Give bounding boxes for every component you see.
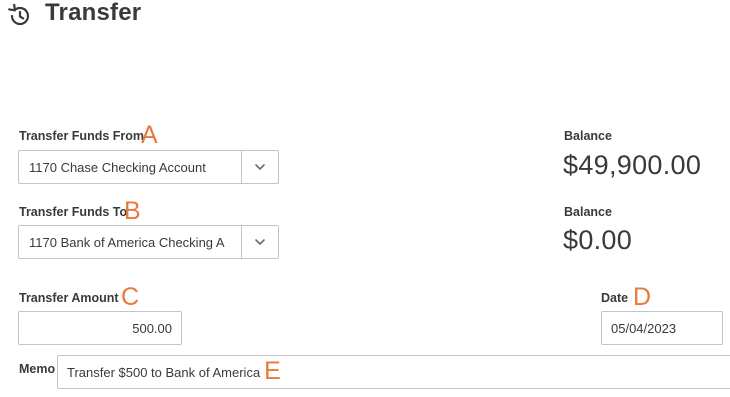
to-balance-label: Balance <box>564 205 612 219</box>
transfer-from-dropdown-toggle[interactable] <box>241 151 278 183</box>
transfer-page: Transfer Transfer Funds From A 1170 Chas… <box>0 0 730 397</box>
annotation-marker-d: D <box>633 283 652 311</box>
annotation-marker-a: A <box>141 121 158 149</box>
transfer-to-label: Transfer Funds To <box>19 205 128 219</box>
transfer-to-value: 1170 Bank of America Checking A <box>29 234 225 250</box>
transfer-to-select[interactable]: 1170 Bank of America Checking A <box>18 225 279 259</box>
transfer-from-label: Transfer Funds From <box>19 129 145 143</box>
transfer-to-dropdown-toggle[interactable] <box>241 226 278 258</box>
annotation-marker-b: B <box>124 197 141 225</box>
chevron-down-icon <box>254 233 266 251</box>
history-icon[interactable] <box>6 3 32 28</box>
page-title: Transfer <box>45 0 142 26</box>
from-balance-label: Balance <box>564 129 612 143</box>
date-input[interactable]: 05/04/2023 <box>601 311 723 345</box>
transfer-from-select[interactable]: 1170 Chase Checking Account <box>18 150 279 184</box>
memo-label: Memo <box>19 362 56 376</box>
from-balance-value: $49,900.00 <box>563 150 702 180</box>
transfer-amount-label: Transfer Amount <box>19 291 119 305</box>
memo-input[interactable]: Transfer $500 to Bank of America E <box>57 355 730 389</box>
transfer-from-value: 1170 Chase Checking Account <box>29 159 206 175</box>
annotation-marker-c: C <box>121 283 140 311</box>
memo-value: Transfer $500 to Bank of America <box>67 364 261 380</box>
chevron-down-icon <box>254 158 266 176</box>
transfer-amount-input[interactable]: 500.00 <box>18 311 182 345</box>
to-balance-value: $0.00 <box>563 225 633 255</box>
date-label: Date <box>601 291 629 305</box>
annotation-marker-e: E <box>264 356 281 385</box>
